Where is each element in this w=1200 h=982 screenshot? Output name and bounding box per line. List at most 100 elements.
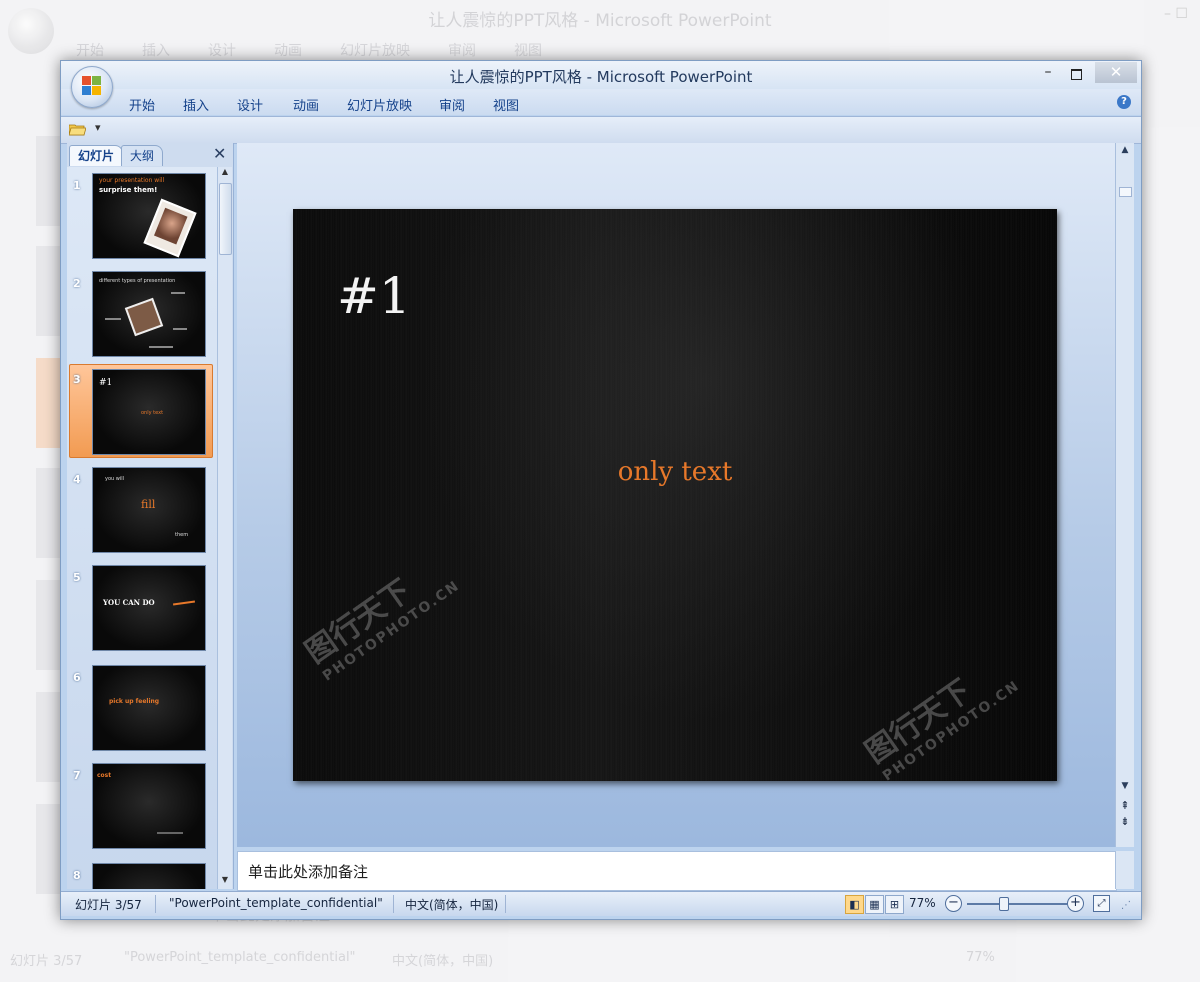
- zoom-out-icon[interactable]: −: [945, 895, 962, 912]
- language-indicator[interactable]: 中文(简体，中国): [405, 896, 498, 913]
- background-status-zoom: 77%: [966, 950, 995, 965]
- background-tab: 开始: [76, 43, 104, 59]
- thumbnail-text: them: [175, 532, 189, 538]
- slide-thumbnail-1[interactable]: your presentation will surprise them!: [92, 173, 206, 259]
- zoom-in-icon[interactable]: +: [1067, 895, 1084, 912]
- slide-thumbnail-2[interactable]: different types of presentation: [92, 271, 206, 357]
- thumbnail-text: different types of presentation: [99, 278, 176, 284]
- thumbnail-number: 7: [73, 769, 81, 782]
- thumbnail-number: 3: [73, 373, 81, 386]
- theme-name[interactable]: "PowerPoint_template_confidential": [169, 896, 383, 910]
- tab-animations[interactable]: 动画: [293, 95, 319, 114]
- close-button[interactable]: ✕: [1095, 62, 1137, 83]
- slide-editing-area: #1 only text 图行天下 PHOTOPHOTO.CN 图行天下 PHOTO…: [237, 143, 1115, 847]
- photo-frame: [143, 198, 197, 258]
- thumbnail-text: fill: [141, 498, 156, 511]
- slide-thumbnail-3[interactable]: #1 only text: [92, 369, 206, 455]
- background-window-title: 让人震惊的PPT风格 - Microsoft PowerPoint: [428, 11, 772, 31]
- background-tab: 设计: [208, 43, 236, 59]
- tab-home[interactable]: 开始: [129, 95, 155, 114]
- minimize-button[interactable]: –: [1035, 64, 1061, 84]
- slide-heading[interactable]: #1: [337, 267, 411, 325]
- normal-view-icon[interactable]: ◧: [845, 895, 864, 914]
- slide-sorter-view-icon[interactable]: ▦: [865, 895, 884, 914]
- thumbnail-text: only text: [141, 410, 164, 416]
- resize-grip-icon[interactable]: ⋰: [1121, 900, 1131, 911]
- ribbon-tabs: 开始 插入 设计 动画 幻灯片放映 审阅 视图: [61, 89, 1141, 115]
- slide-thumbnail-7[interactable]: cost: [92, 763, 206, 849]
- close-pane-icon[interactable]: ✕: [213, 144, 226, 163]
- maximize-icon: [1071, 69, 1082, 80]
- slide-show-view-icon[interactable]: ⊞: [885, 895, 904, 914]
- open-folder-icon[interactable]: [68, 123, 87, 136]
- background-window-controls: – ☐: [1163, 6, 1188, 22]
- background-status-bar: 幻灯片 3/57 "PowerPoint_template_confidenti…: [0, 946, 1200, 972]
- thumbnail-text: you will: [105, 476, 125, 482]
- thumbnail-text: pick up feeling: [109, 698, 160, 705]
- thumbnail-list: 1 your presentation will surprise them! …: [67, 167, 217, 889]
- zoom-slider-handle[interactable]: [999, 897, 1009, 911]
- slide-scrollbar[interactable]: ▲ ▼ ⇞ ⇟: [1115, 143, 1134, 847]
- powerpoint-window: 让人震惊的PPT风格 - Microsoft PowerPoint – ✕ 开始…: [60, 60, 1142, 920]
- slide-thumbnail-8[interactable]: [92, 863, 206, 889]
- notes-placeholder[interactable]: 单击此处添加备注: [248, 861, 368, 882]
- background-status-slide: 幻灯片 3/57: [10, 954, 83, 969]
- scroll-down-icon[interactable]: ▼: [1116, 781, 1134, 795]
- scrollbar-thumb[interactable]: [219, 183, 232, 255]
- thumbnail-text: YOU CAN DO: [103, 598, 155, 607]
- tab-view[interactable]: 视图: [493, 95, 519, 114]
- tab-slides[interactable]: 幻灯片: [69, 145, 124, 166]
- tab-review[interactable]: 审阅: [439, 95, 465, 114]
- photo-frame: [124, 297, 164, 337]
- help-icon[interactable]: ?: [1117, 95, 1131, 109]
- thumbnail-text: your presentation will: [99, 177, 165, 184]
- previous-slide-icon[interactable]: ⇞: [1116, 799, 1134, 813]
- slide-body-text[interactable]: only text: [293, 457, 1057, 487]
- pane-tabs: 幻灯片 大纲 ✕: [67, 143, 233, 166]
- fit-to-window-icon[interactable]: ⤢: [1093, 895, 1110, 912]
- thumbnail-number: 8: [73, 869, 81, 882]
- slide-glow: [373, 209, 973, 781]
- thumbnail-number: 5: [73, 571, 81, 584]
- slide-thumbnail-4[interactable]: you will fill them: [92, 467, 206, 553]
- background-tab: 视图: [514, 43, 542, 59]
- background-tab: 幻灯片放映: [340, 43, 410, 59]
- tab-design[interactable]: 设计: [237, 95, 263, 114]
- thumbnail-number: 1: [73, 179, 81, 192]
- thumbnail-number: 4: [73, 473, 81, 486]
- quick-access-toolbar: ▾: [61, 116, 1141, 144]
- thumbnail-scrollbar[interactable]: ▲ ▼: [217, 167, 232, 889]
- notes-pane[interactable]: 单击此处添加备注: [237, 851, 1117, 891]
- thumbnail-number: 2: [73, 277, 81, 290]
- background-tab: 动画: [274, 43, 302, 59]
- notes-scrollbar[interactable]: [1115, 851, 1134, 889]
- thumbnail-text: #1: [99, 378, 113, 388]
- slide-thumbnail-6[interactable]: pick up feeling: [92, 665, 206, 751]
- office-button[interactable]: [71, 66, 113, 108]
- maximize-button[interactable]: [1063, 64, 1089, 84]
- tab-insert[interactable]: 插入: [183, 95, 209, 114]
- zoom-slider[interactable]: [967, 903, 1067, 905]
- thumbnail-number: 6: [73, 671, 81, 684]
- scroll-up-icon[interactable]: ▲: [218, 167, 232, 181]
- background-status-theme: "PowerPoint_template_confidential": [124, 950, 356, 965]
- tab-slide-show[interactable]: 幻灯片放映: [347, 95, 412, 114]
- status-bar: 幻灯片 3/57 "PowerPoint_template_confidenti…: [61, 891, 1141, 916]
- slide-thumbnail-5[interactable]: YOU CAN DO: [92, 565, 206, 651]
- slides-pane: 幻灯片 大纲 ✕ 1 your presentation will surpri…: [67, 143, 234, 889]
- thumbnail-text: surprise them!: [99, 186, 158, 194]
- next-slide-icon[interactable]: ⇟: [1116, 815, 1134, 829]
- scroll-up-icon[interactable]: ▲: [1116, 145, 1134, 159]
- background-tab: 审阅: [448, 43, 476, 59]
- tab-outline[interactable]: 大纲: [121, 145, 164, 166]
- title-bar[interactable]: 让人震惊的PPT风格 - Microsoft PowerPoint – ✕: [61, 61, 1141, 89]
- slide-indicator: 幻灯片 3/57: [75, 898, 142, 912]
- background-status-language: 中文(简体，中国): [392, 954, 494, 969]
- zoom-level[interactable]: 77%: [909, 896, 936, 910]
- window-title: 让人震惊的PPT风格 - Microsoft PowerPoint: [449, 68, 753, 86]
- thumbnail-text: cost: [97, 772, 112, 779]
- background-tab: 插入: [142, 43, 170, 59]
- customize-toolbar-dropdown[interactable]: ▾: [95, 121, 101, 134]
- scrollbar-thumb[interactable]: [1119, 187, 1132, 197]
- scroll-down-icon[interactable]: ▼: [218, 875, 232, 889]
